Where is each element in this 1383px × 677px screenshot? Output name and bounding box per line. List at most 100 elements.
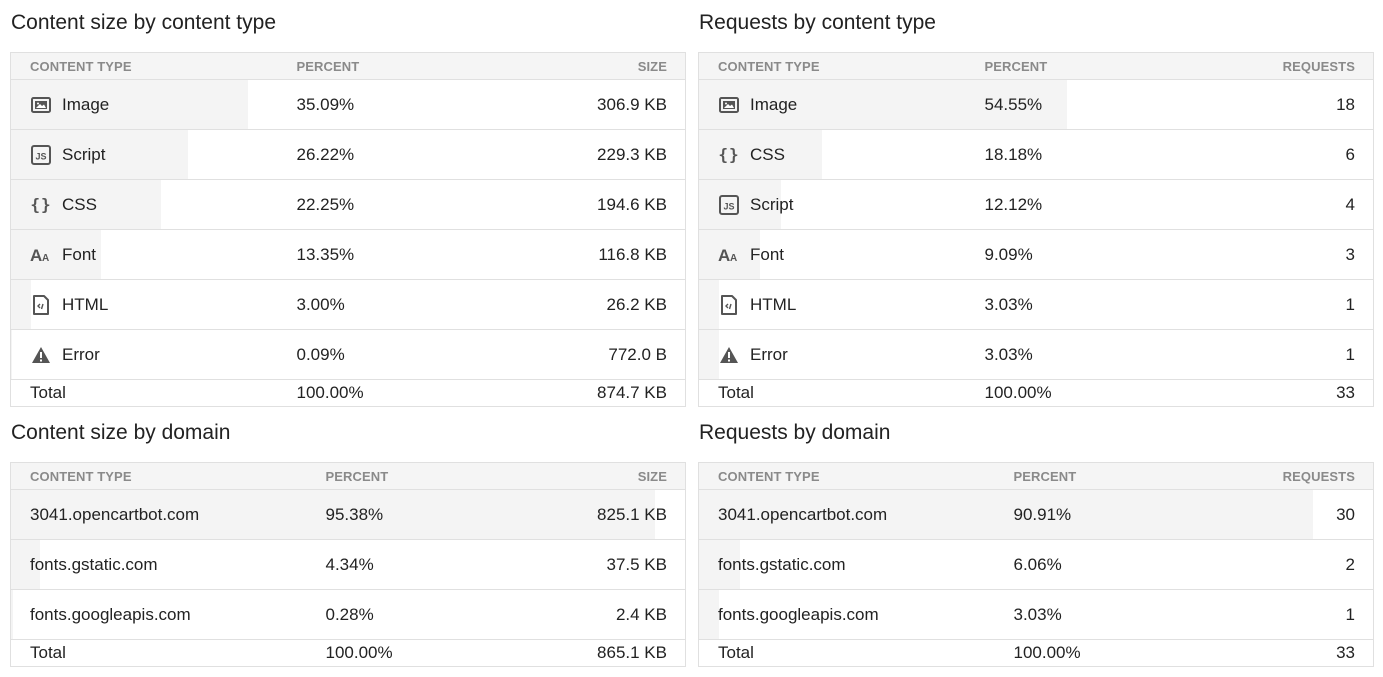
total-label: Total: [30, 383, 66, 402]
row-label: CSS: [750, 144, 785, 164]
html-icon: [30, 294, 52, 316]
row-value: 194.6 KB: [527, 179, 686, 230]
row-share-bar: [11, 590, 13, 639]
table-row[interactable]: Image 54.55% 18: [698, 79, 1374, 130]
row-label-cell: Error: [10, 329, 278, 380]
row-value: 37.5 KB: [546, 539, 686, 590]
panel-title: Content size by content type: [11, 11, 276, 34]
row-share-bar: [699, 590, 720, 639]
row-label: Script: [62, 144, 106, 164]
table-row[interactable]: fonts.googleapis.com 3.03% 1: [698, 589, 1374, 640]
total-percent: 100.00%: [296, 383, 364, 402]
col-header-content-type[interactable]: CONTENT TYPE: [10, 52, 278, 80]
row-label-cell: JS Script: [698, 179, 966, 230]
row-percent: 3.00%: [277, 279, 528, 330]
row-label: Image: [750, 94, 798, 114]
row-label-cell: A A Font: [10, 229, 278, 280]
row-label: Error: [750, 344, 788, 364]
total-value: 33: [1336, 643, 1355, 662]
table-row[interactable]: A A Font 9.09% 3: [698, 229, 1374, 280]
requests-by-type-table: CONTENT TYPE PERCENT REQUESTS Image 54.55…: [698, 52, 1374, 407]
row-share-bar: [11, 280, 32, 329]
row-percent: 95.38%: [306, 489, 547, 540]
col-header-percent[interactable]: PERCENT: [277, 52, 528, 80]
table-row[interactable]: Error 0.09% 772.0 B: [10, 329, 686, 380]
row-percent: 22.25%: [277, 179, 528, 230]
row-label: fonts.googleapis.com: [718, 604, 879, 624]
row-label-cell: Image: [698, 79, 1068, 130]
content-size-by-domain-table: CONTENT TYPE PERCENT SIZE 3041.opencartb…: [10, 462, 686, 667]
requests-by-type-panel: Requests by content type CONTENT TYPE PE…: [698, 0, 1374, 407]
total-label: Total: [30, 643, 66, 662]
table-row[interactable]: JS Script 12.12% 4: [698, 179, 1374, 230]
row-value: 6: [1215, 129, 1374, 180]
table-row[interactable]: Image 35.09% 306.9 KB: [10, 79, 686, 130]
row-percent: 3.03%: [965, 329, 1216, 380]
row-label-cell: HTML: [10, 279, 278, 330]
total-row: Total 100.00% 33: [699, 640, 1374, 667]
row-value: 1: [1215, 329, 1374, 380]
css-icon: {}: [718, 145, 740, 164]
panel-title: Requests by domain: [699, 421, 891, 444]
total-row: Total 100.00% 865.1 KB: [11, 640, 686, 667]
col-header-percent[interactable]: PERCENT: [965, 52, 1216, 80]
table-row[interactable]: fonts.gstatic.com 6.06% 2: [698, 539, 1374, 590]
row-value: 772.0 B: [527, 329, 686, 380]
table-row[interactable]: 3041.opencartbot.com 90.91% 30: [698, 489, 1374, 540]
row-label: Script: [750, 194, 794, 214]
row-value: 1: [1215, 279, 1374, 330]
row-percent: 54.55%: [965, 79, 1216, 130]
row-value: 229.3 KB: [527, 129, 686, 180]
row-percent: 12.12%: [965, 179, 1216, 230]
table-row[interactable]: A A Font 13.35% 116.8 KB: [10, 229, 686, 280]
row-label-cell: fonts.googleapis.com: [10, 589, 307, 640]
image-icon: [30, 94, 52, 116]
table-row[interactable]: 3041.opencartbot.com 95.38% 825.1 KB: [10, 489, 686, 540]
svg-text:JS: JS: [35, 151, 46, 161]
row-value: 4: [1215, 179, 1374, 230]
panel-title: Requests by content type: [699, 11, 936, 34]
image-icon: [718, 94, 740, 116]
table-row[interactable]: Error 3.03% 1: [698, 329, 1374, 380]
row-label-cell: 3041.opencartbot.com: [698, 489, 1313, 540]
row-percent: 35.09%: [277, 79, 528, 130]
row-label-cell: HTML: [698, 279, 966, 330]
table-row[interactable]: {} CSS 22.25% 194.6 KB: [10, 179, 686, 230]
col-header-content-type[interactable]: CONTENT TYPE: [10, 462, 307, 490]
row-percent: 3.03%: [965, 279, 1216, 330]
row-value: 2.4 KB: [546, 589, 686, 640]
col-header-size[interactable]: SIZE: [546, 462, 686, 490]
table-row[interactable]: JS Script 26.22% 229.3 KB: [10, 129, 686, 180]
script-icon: JS: [30, 144, 52, 166]
total-value: 874.7 KB: [597, 383, 667, 402]
col-header-requests[interactable]: REQUESTS: [1215, 52, 1374, 80]
row-label-cell: {} CSS: [10, 179, 278, 230]
row-label-cell: 3041.opencartbot.com: [10, 489, 655, 540]
col-header-content-type[interactable]: CONTENT TYPE: [698, 52, 966, 80]
row-percent: 13.35%: [277, 229, 528, 280]
row-label-cell: fonts.gstatic.com: [698, 539, 995, 590]
requests-by-domain-panel: Requests by domain CONTENT TYPE PERCENT …: [698, 410, 1374, 667]
font-icon: AA: [30, 244, 52, 266]
row-label-cell: JS Script: [10, 129, 278, 180]
col-header-size[interactable]: SIZE: [527, 52, 686, 80]
total-label: Total: [718, 383, 754, 402]
col-header-requests[interactable]: REQUESTS: [1234, 462, 1374, 490]
html-icon: [718, 294, 740, 316]
total-row: Total 100.00% 33: [699, 380, 1374, 407]
table-row[interactable]: fonts.gstatic.com 4.34% 37.5 KB: [10, 539, 686, 590]
row-value: 30: [1234, 489, 1374, 540]
row-label-cell: fonts.googleapis.com: [698, 589, 995, 640]
row-label-cell: Error: [698, 329, 966, 380]
col-header-content-type[interactable]: CONTENT TYPE: [698, 462, 995, 490]
row-share-bar: [11, 330, 12, 379]
col-header-percent[interactable]: PERCENT: [994, 462, 1235, 490]
table-row[interactable]: fonts.googleapis.com 0.28% 2.4 KB: [10, 589, 686, 640]
row-label: 3041.opencartbot.com: [718, 504, 888, 524]
row-share-bar: [699, 330, 720, 379]
table-row[interactable]: HTML 3.03% 1: [698, 279, 1374, 330]
row-percent: 18.18%: [965, 129, 1216, 180]
table-row[interactable]: HTML 3.00% 26.2 KB: [10, 279, 686, 330]
col-header-percent[interactable]: PERCENT: [306, 462, 547, 490]
table-row[interactable]: {} CSS 18.18% 6: [698, 129, 1374, 180]
